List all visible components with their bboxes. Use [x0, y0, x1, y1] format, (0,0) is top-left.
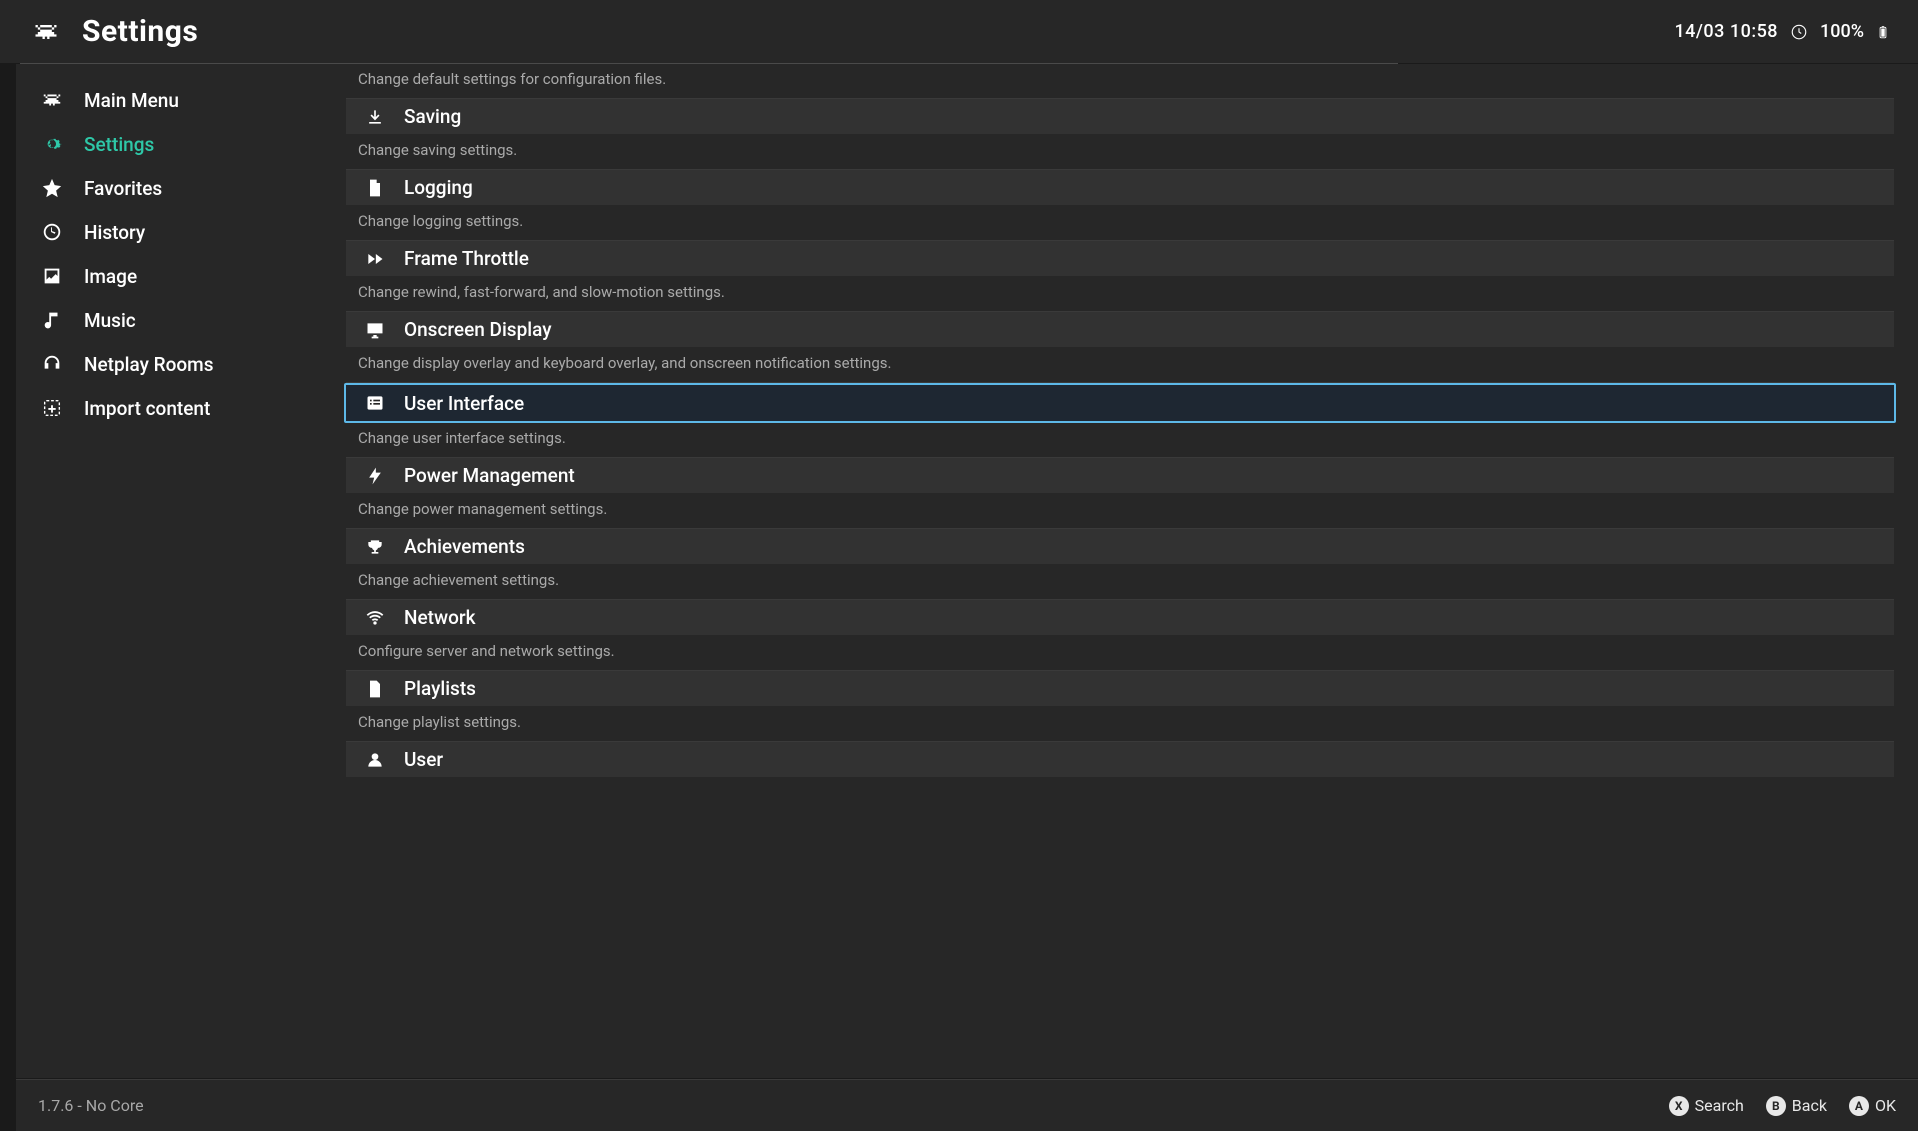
sidebar: Main Menu Settings Favorites History Image Mu…	[16, 64, 302, 1078]
footer-bar: 1.7.6 - No Core X Search B Back A OK	[16, 1079, 1918, 1131]
setting-description: Change achievement settings.	[346, 565, 1894, 599]
sidebar-item-label: Music	[84, 309, 136, 332]
trophy-icon	[364, 536, 386, 558]
battery-icon	[1876, 21, 1890, 43]
sidebar-item-netplay-rooms[interactable]: Netplay Rooms	[16, 342, 302, 386]
setting-saving[interactable]: Saving	[346, 99, 1894, 135]
invader-icon	[40, 88, 64, 112]
invader-icon	[28, 18, 64, 46]
sidebar-item-label: Favorites	[84, 177, 162, 200]
button-key-b: B	[1766, 1096, 1786, 1116]
page-title: Settings	[82, 14, 198, 49]
app-header: Settings 14/03 10:58 100%	[0, 0, 1918, 63]
footer-button-search[interactable]: X Search	[1669, 1096, 1744, 1116]
monitor-icon	[364, 319, 386, 341]
version-label: 1.7.6 - No Core	[38, 1096, 144, 1115]
setting-label: User	[404, 748, 443, 771]
plus-box-icon	[40, 396, 64, 420]
footer-button-back[interactable]: B Back	[1766, 1096, 1827, 1116]
list-box-icon	[364, 392, 386, 414]
user-icon	[364, 749, 386, 771]
setting-playlists[interactable]: Playlists	[346, 671, 1894, 707]
sidebar-item-music[interactable]: Music	[16, 298, 302, 342]
headphones-icon	[40, 352, 64, 376]
setting-label: Saving	[404, 105, 461, 128]
sidebar-item-label: Settings	[84, 133, 154, 156]
download-icon	[364, 106, 386, 128]
setting-label: Playlists	[404, 677, 476, 700]
setting-label: Frame Throttle	[404, 247, 529, 270]
setting-description: Configure server and network settings.	[346, 636, 1894, 670]
setting-label: Achievements	[404, 535, 525, 558]
sidebar-item-label: Main Menu	[84, 89, 179, 112]
footer-button-label: Search	[1695, 1096, 1744, 1115]
file-icon	[364, 177, 386, 199]
setting-label: Onscreen Display	[404, 318, 552, 341]
bolt-icon	[364, 465, 386, 487]
sidebar-item-history[interactable]: History	[16, 210, 302, 254]
setting-power-management[interactable]: Power Management	[346, 458, 1894, 494]
gear-icon	[40, 132, 64, 156]
setting-label: Network	[404, 606, 476, 629]
setting-network[interactable]: Network	[346, 600, 1894, 636]
sidebar-item-settings[interactable]: Settings	[16, 122, 302, 166]
sidebar-item-main-menu[interactable]: Main Menu	[16, 78, 302, 122]
history-icon	[40, 220, 64, 244]
button-key-a: A	[1849, 1096, 1869, 1116]
sidebar-item-label: Image	[84, 265, 137, 288]
header-left: Settings	[28, 14, 198, 49]
setting-description: Change logging settings.	[346, 206, 1894, 240]
sidebar-item-import-content[interactable]: Import content	[16, 386, 302, 430]
music-icon	[40, 308, 64, 332]
top-description: Change default settings for configuratio…	[346, 64, 1894, 98]
setting-label: Logging	[404, 176, 473, 199]
setting-description: Change power management settings.	[346, 494, 1894, 528]
footer-button-label: Back	[1792, 1096, 1827, 1115]
doc-icon	[364, 678, 386, 700]
sidebar-item-image[interactable]: Image	[16, 254, 302, 298]
sidebar-item-label: Netplay Rooms	[84, 353, 213, 376]
sidebar-item-favorites[interactable]: Favorites	[16, 166, 302, 210]
wifi-icon	[364, 607, 386, 629]
setting-description: Change user interface settings.	[346, 423, 1894, 457]
datetime-label: 14/03 10:58	[1674, 21, 1778, 42]
setting-user[interactable]: User	[346, 742, 1894, 778]
star-icon	[40, 176, 64, 200]
button-key-x: X	[1669, 1096, 1689, 1116]
setting-onscreen-display[interactable]: Onscreen Display	[346, 312, 1894, 348]
image-icon	[40, 264, 64, 288]
setting-user-interface[interactable]: User Interface	[344, 383, 1896, 423]
header-right: 14/03 10:58 100%	[1674, 21, 1890, 43]
fast-forward-icon	[364, 248, 386, 270]
setting-logging[interactable]: Logging	[346, 170, 1894, 206]
setting-description: Change display overlay and keyboard over…	[346, 348, 1894, 382]
setting-frame-throttle[interactable]: Frame Throttle	[346, 241, 1894, 277]
content-panel: Change default settings for configuratio…	[302, 64, 1918, 1078]
setting-label: Power Management	[404, 464, 575, 487]
footer-button-ok[interactable]: A OK	[1849, 1096, 1896, 1116]
footer-button-label: OK	[1875, 1096, 1896, 1115]
footer-buttons: X Search B Back A OK	[1669, 1096, 1896, 1116]
battery-percent: 100%	[1820, 21, 1864, 42]
sidebar-item-label: Import content	[84, 397, 210, 420]
setting-achievements[interactable]: Achievements	[346, 529, 1894, 565]
clock-icon	[1790, 23, 1808, 41]
sidebar-item-label: History	[84, 221, 145, 244]
setting-description: Change saving settings.	[346, 135, 1894, 169]
setting-description: Change playlist settings.	[346, 707, 1894, 741]
setting-description: Change rewind, fast-forward, and slow-mo…	[346, 277, 1894, 311]
setting-label: User Interface	[404, 392, 524, 415]
